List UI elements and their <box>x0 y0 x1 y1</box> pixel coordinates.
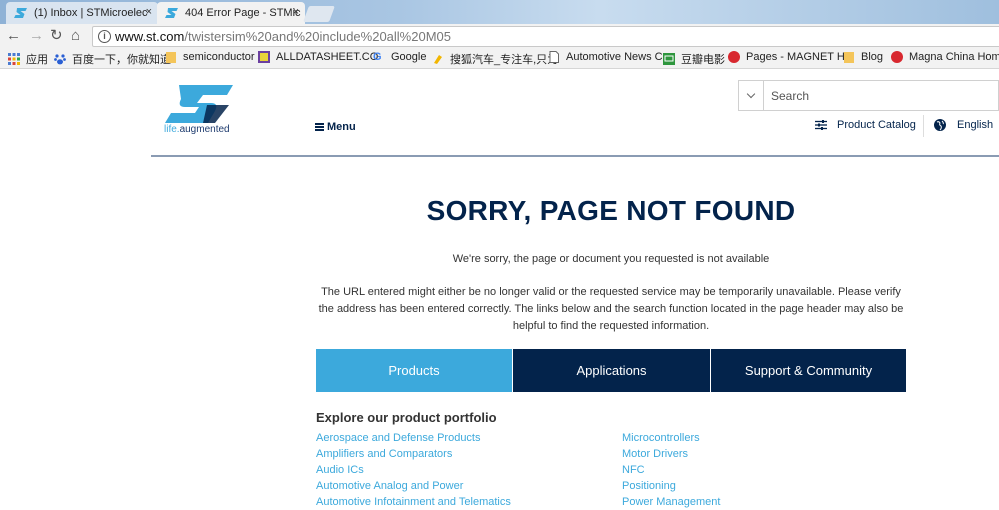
logo-tagline: life.augmented <box>164 124 230 135</box>
product-link[interactable]: Power Management <box>622 494 720 510</box>
product-links-right: Microcontrollers Motor Drivers NFC Posit… <box>622 430 720 510</box>
bookmark-label: 应用 <box>26 54 48 66</box>
product-link[interactable]: Audio ICs <box>316 462 511 478</box>
browser-tab-title: (1) Inbox | STMicroelec <box>34 7 148 19</box>
bookmark-automotive-news[interactable]: Automotive News C <box>548 51 663 63</box>
bookmark-label: Pages - MAGNET H <box>746 51 845 63</box>
datasheet-icon <box>258 51 270 63</box>
product-link[interactable]: Microcontrollers <box>622 430 720 446</box>
product-catalog-label: Product Catalog <box>837 119 916 131</box>
product-link[interactable]: Amplifiers and Comparators <box>316 446 511 462</box>
page-title: SORRY, PAGE NOT FOUND <box>426 195 796 226</box>
error-subtitle: We're sorry, the page or document you re… <box>452 253 770 265</box>
browser-tab-404[interactable]: 404 Error Page - STMic × <box>157 2 305 24</box>
info-icon[interactable]: i <box>98 30 111 43</box>
back-arrow-icon[interactable]: ← <box>6 28 21 44</box>
tagline-life: life. <box>164 124 180 135</box>
product-link[interactable]: Aerospace and Defense Products <box>316 430 511 446</box>
bookmark-label: 搜狐汽车_专注车,只为 <box>450 54 559 66</box>
bookmark-label: ALLDATASHEET.CO <box>276 51 379 63</box>
address-path: /twistersim%20and%20include%20all%20M05 <box>184 29 451 44</box>
browser-tab-inbox[interactable]: (1) Inbox | STMicroelec × <box>6 2 158 24</box>
magna-icon <box>891 51 903 63</box>
search-input[interactable] <box>765 81 998 110</box>
bookmark-alldatasheet[interactable]: ALLDATASHEET.CO <box>258 51 378 63</box>
new-tab-button[interactable] <box>303 6 335 22</box>
google-g-icon: G <box>373 51 382 63</box>
portfolio-tabs: Products Applications Support & Communit… <box>316 349 906 392</box>
page-content: life.augmented Menu Product Catalog Engl… <box>0 69 999 508</box>
error-description: The URL entered might either be no longe… <box>318 286 904 332</box>
forward-arrow-icon[interactable]: → <box>29 28 44 44</box>
page-icon <box>548 51 560 63</box>
st-favicon-icon <box>165 7 179 19</box>
sliders-icon <box>815 120 827 130</box>
douban-icon <box>663 53 675 65</box>
hamburger-icon <box>315 123 324 131</box>
bookmark-label: Google <box>391 51 427 63</box>
browser-tab-title: 404 Error Page - STMic <box>185 7 301 19</box>
close-icon[interactable]: × <box>293 6 299 18</box>
search-scope-dropdown[interactable] <box>739 81 764 110</box>
reload-icon[interactable]: ↻ <box>50 28 63 44</box>
product-link[interactable]: NFC <box>622 462 720 478</box>
bookmarks-bar: 应用 百度一下，你就知道 semiconductor ALLDATASHEET.… <box>0 48 999 69</box>
folder-icon <box>165 51 177 63</box>
bookmark-label: semiconductor <box>183 51 255 63</box>
bookmark-label: Automotive News C <box>566 51 663 63</box>
bookmark-magna-china[interactable]: Magna China Home <box>891 51 999 63</box>
bookmark-douban[interactable]: 豆瓣电影 <box>663 51 725 67</box>
bookmark-label: Blog <box>861 51 884 63</box>
folder-icon <box>843 51 855 63</box>
baidu-paw-icon <box>54 53 66 65</box>
bookmark-apps[interactable]: 应用 <box>8 51 48 67</box>
header-divider <box>923 115 924 137</box>
bookmark-label: 百度一下，你就知道 <box>72 54 171 66</box>
header-divider-line <box>151 155 999 157</box>
product-link[interactable]: Positioning <box>622 478 720 494</box>
globe-icon <box>934 119 946 131</box>
language-selector[interactable]: English <box>934 119 993 131</box>
sohu-icon <box>432 53 444 65</box>
bookmark-label: Magna China Home <box>909 51 999 63</box>
tab-support-community[interactable]: Support & Community <box>711 349 906 392</box>
product-catalog-link[interactable]: Product Catalog <box>815 119 916 131</box>
menu-button[interactable]: Menu <box>315 121 356 133</box>
site-search <box>738 80 999 111</box>
product-link[interactable]: Automotive Infotainment and Telematics <box>316 494 511 510</box>
language-label: English <box>957 119 994 131</box>
product-link[interactable]: Automotive Analog and Power <box>316 478 511 494</box>
chevron-down-icon <box>746 89 756 99</box>
magnet-icon <box>728 51 740 63</box>
menu-label: Menu <box>327 121 356 133</box>
tagline-augmented: augmented <box>179 124 230 135</box>
address-bar[interactable]: i www.st.com/twistersim%20and%20include%… <box>92 26 999 47</box>
apps-grid-icon <box>8 53 20 65</box>
tab-applications[interactable]: Applications <box>513 349 710 392</box>
product-links-left: Aerospace and Defense Products Amplifier… <box>316 430 511 510</box>
explore-heading: Explore our product portfolio <box>316 410 497 425</box>
home-icon[interactable]: ⌂ <box>71 28 80 44</box>
bookmark-sohu[interactable]: 搜狐汽车_专注车,只为 <box>432 51 558 67</box>
bookmark-blog[interactable]: Blog <box>843 51 883 63</box>
product-link[interactable]: Motor Drivers <box>622 446 720 462</box>
bookmark-magnet[interactable]: Pages - MAGNET H <box>728 51 845 63</box>
tab-products[interactable]: Products <box>316 349 512 392</box>
bookmark-label: 豆瓣电影 <box>681 54 725 66</box>
st-favicon-icon <box>14 7 28 19</box>
browser-tab-strip: (1) Inbox | STMicroelec × 404 Error Page… <box>0 0 999 24</box>
bookmark-google[interactable]: G Google <box>373 51 426 63</box>
bookmark-baidu[interactable]: 百度一下，你就知道 <box>54 51 171 67</box>
address-host: www.st.com <box>115 29 185 44</box>
browser-toolbar: ← → ↻ ⌂ i www.st.com/twistersim%20and%20… <box>0 24 999 48</box>
bookmark-semiconductor[interactable]: semiconductor <box>165 51 255 63</box>
close-icon[interactable]: × <box>146 6 152 18</box>
